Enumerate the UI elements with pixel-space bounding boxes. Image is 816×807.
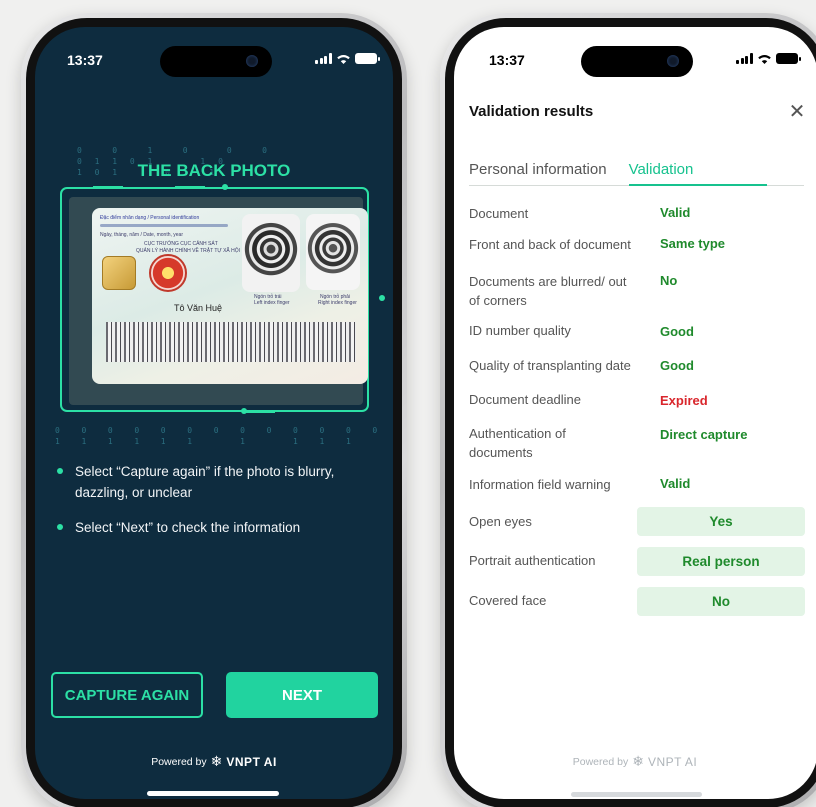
status-badge: Real person — [637, 547, 805, 576]
card-chip — [102, 256, 136, 290]
powered-by-label: Powered by — [572, 755, 629, 768]
id-card-back-image: Đặc điểm nhân dạng / Personal identifica… — [92, 208, 368, 384]
row-value: Good — [660, 324, 694, 339]
battery-icon — [775, 53, 801, 64]
row-label: Information field warning — [469, 477, 611, 492]
right-fingerprint — [306, 214, 360, 290]
brand-name: VNPT AI — [226, 754, 277, 769]
card-authority-line: QUẢN LÝ HÀNH CHÍNH VỀ TRẬT TỰ XÃ HỘI — [136, 248, 241, 254]
row-label: Documents are blurred/ out of corners — [469, 274, 627, 308]
right-finger-label-en: Right index finger — [318, 300, 357, 306]
dynamic-island — [581, 46, 693, 77]
decorative-binary-digits: 0 0 0 0 0 0 0 0 0 0 0 0 0 0 0 1 1 1 1 1 … — [55, 426, 382, 446]
row-label: Covered face — [469, 593, 547, 608]
page-title: Validation results — [469, 103, 594, 120]
frame-node — [241, 408, 247, 414]
row-value-expired: Expired — [660, 393, 708, 408]
row-value: Valid — [660, 205, 691, 220]
status-icons — [315, 53, 380, 64]
row-label: Document — [469, 206, 529, 221]
frame-accent — [175, 186, 205, 188]
card-line — [100, 224, 228, 227]
close-icon[interactable]: ✕ — [786, 101, 808, 123]
row-label: Authentication of documents — [469, 426, 566, 460]
signal-icon — [736, 53, 753, 64]
powered-by-label: Powered by — [151, 755, 207, 768]
validation-screen: 13:37 Validation results ✕ Personal info… — [454, 27, 816, 799]
tab-bar: Personal information Validation — [469, 161, 804, 186]
capture-screen: 13:37 0 0 1 0 0 0 0 1 1 0 1 1 0 1 0 1 0 … — [35, 27, 393, 799]
card-authority-line: CỤC TRƯỞNG CỤC CẢNH SÁT — [144, 241, 218, 247]
left-fingerprint — [242, 214, 300, 292]
row-label: Front and back of document — [469, 237, 631, 252]
tab-validation[interactable]: Validation — [628, 161, 768, 186]
row-value: Valid — [660, 476, 691, 491]
card-holder-name: Tô Văn Huệ — [174, 303, 223, 313]
left-phone: 13:37 0 0 1 0 0 0 0 1 1 0 1 1 0 1 0 1 0 … — [21, 13, 407, 807]
left-finger-label-en: Left index finger — [254, 300, 290, 306]
row-label: Open eyes — [469, 514, 532, 529]
status-time: 13:37 — [67, 52, 103, 68]
vnpt-logo-icon: ❄ — [210, 753, 223, 769]
wifi-icon — [757, 55, 771, 64]
instruction-item: Select “Next” to check the information — [57, 517, 357, 538]
card-seal — [149, 254, 187, 292]
row-value: No — [660, 273, 678, 288]
status-icons — [736, 53, 801, 64]
tab-personal-information[interactable]: Personal information — [469, 161, 607, 185]
row-value: Good — [660, 358, 694, 373]
status-time: 13:37 — [489, 52, 525, 68]
home-indicator[interactable] — [571, 792, 702, 797]
capture-again-button[interactable]: CAPTURE AGAIN — [51, 672, 203, 718]
right-phone: 13:37 Validation results ✕ Personal info… — [440, 13, 816, 807]
powered-by: Powered by ❄ VNPT AI — [454, 753, 816, 770]
row-value: Same type — [660, 236, 726, 251]
battery-icon — [354, 53, 380, 64]
row-label: Quality of transplanting date — [469, 358, 631, 373]
instructions-list: Select “Capture again” if the photo is b… — [57, 461, 357, 552]
frame-node — [222, 184, 228, 190]
page-title: THE BACK PHOTO — [137, 161, 291, 180]
instruction-item: Select “Capture again” if the photo is b… — [57, 461, 357, 503]
dynamic-island — [160, 46, 272, 77]
powered-by: Powered by ❄ VNPT AI — [35, 753, 393, 770]
frame-accent — [245, 411, 275, 413]
row-label: Portrait authentication — [469, 553, 596, 568]
signal-icon — [315, 53, 332, 64]
status-badge: No — [637, 587, 805, 616]
frame-node — [379, 295, 385, 301]
row-value: Direct capture — [660, 427, 748, 442]
card-date-label: Ngày, tháng, năm / Date, month, year — [100, 232, 184, 238]
home-indicator[interactable] — [147, 791, 279, 796]
row-label: Document deadline — [469, 392, 582, 407]
brand-name: VNPT AI — [647, 754, 698, 769]
vnpt-logo-icon: ❄ — [632, 753, 644, 769]
next-button[interactable]: NEXT — [226, 672, 378, 718]
card-mrz-barcode — [106, 322, 356, 362]
wifi-icon — [336, 55, 350, 64]
camera-icon — [667, 55, 679, 67]
camera-icon — [246, 55, 258, 67]
card-header-text: Đặc điểm nhân dạng / Personal identifica… — [100, 215, 200, 221]
frame-accent — [93, 186, 123, 188]
row-label: ID number quality — [469, 323, 571, 338]
status-badge: Yes — [637, 507, 805, 536]
